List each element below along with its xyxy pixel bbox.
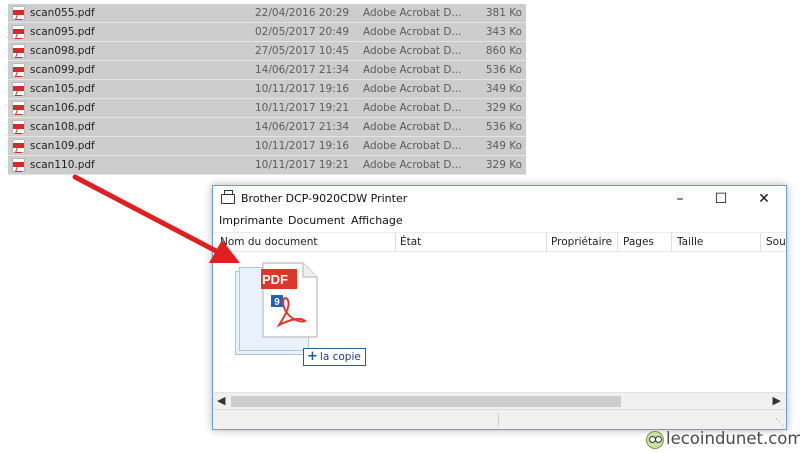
- file-list: scan055.pdf 22/04/2016 20:29 Adobe Acrobat…: [8, 4, 526, 175]
- file-row[interactable]: scan099.pdf 14/06/2017 21:34 Adobe Acrobat…: [8, 61, 526, 80]
- file-type: Adobe Acrobat D...: [363, 7, 462, 19]
- file-date: 27/05/2017 10:45: [255, 45, 350, 57]
- column-header-status[interactable]: État: [400, 236, 421, 248]
- column-divider[interactable]: [760, 233, 761, 252]
- window-title: Brother DCP-9020CDW Printer: [241, 192, 408, 205]
- column-divider[interactable]: [671, 233, 672, 252]
- title-bar[interactable]: Brother DCP-9020CDW Printer – ☐ ✕: [213, 186, 786, 213]
- watermark-text: lecoindunet.com: [666, 429, 800, 448]
- arrow-shaft: [72, 174, 221, 255]
- file-type: Adobe Acrobat D...: [363, 45, 462, 57]
- file-row[interactable]: scan105.pdf 10/11/2017 19:16 Adobe Acrobat…: [8, 80, 526, 99]
- file-row[interactable]: scan109.pdf 10/11/2017 19:16 Adobe Acrobat…: [8, 137, 526, 156]
- printer-icon: [221, 190, 235, 204]
- menu-item-view[interactable]: Affichage: [351, 214, 403, 227]
- column-divider[interactable]: [546, 233, 547, 252]
- file-name: scan099.pdf: [30, 64, 95, 76]
- file-row[interactable]: scan106.pdf 10/11/2017 19:21 Adobe Acrobat…: [8, 99, 526, 118]
- pdf-file-icon: [12, 25, 25, 39]
- horizontal-scrollbar[interactable]: ◀ ▶: [213, 392, 786, 409]
- file-name: scan106.pdf: [30, 102, 95, 114]
- file-type: Adobe Acrobat D...: [363, 159, 462, 171]
- pdf-file-icon: [12, 63, 25, 77]
- print-job-list[interactable]: PDF 9 + la copie: [213, 252, 786, 392]
- file-row[interactable]: scan098.pdf 27/05/2017 10:45 Adobe Acrobat…: [8, 42, 526, 61]
- file-size: 329 Ko: [485, 159, 522, 171]
- file-row[interactable]: scan055.pdf 22/04/2016 20:29 Adobe Acrobat…: [8, 4, 526, 23]
- file-date: 10/11/2017 19:21: [255, 102, 350, 114]
- file-name: scan109.pdf: [30, 140, 95, 152]
- file-size: 349 Ko: [485, 83, 522, 95]
- drag-preview: PDF 9 + la copie: [231, 261, 366, 366]
- pdf-file-icon: [12, 101, 25, 115]
- status-divider: [498, 413, 499, 427]
- status-bar: ⋱: [213, 409, 786, 429]
- printer-queue-window[interactable]: Brother DCP-9020CDW Printer – ☐ ✕ Imprim…: [212, 185, 787, 430]
- file-size: 381 Ko: [485, 7, 522, 19]
- file-date: 10/11/2017 19:16: [255, 83, 350, 95]
- file-row[interactable]: scan110.pdf 10/11/2017 19:21 Adobe Acrobat…: [8, 156, 526, 175]
- maximize-button[interactable]: ☐: [701, 186, 741, 213]
- pdf-file-icon: [12, 120, 25, 134]
- file-date: 22/04/2016 20:29: [255, 7, 350, 19]
- scroll-left-arrow-icon[interactable]: ◀: [217, 394, 225, 407]
- file-size: 860 Ko: [485, 45, 522, 57]
- file-type: Adobe Acrobat D...: [363, 26, 462, 38]
- file-name: scan098.pdf: [30, 45, 95, 57]
- file-row[interactable]: scan108.pdf 14/06/2017 21:34 Adobe Acrobat…: [8, 118, 526, 137]
- file-date: 10/11/2017 19:16: [255, 140, 350, 152]
- minimize-button[interactable]: –: [660, 186, 700, 213]
- file-row[interactable]: scan095.pdf 02/05/2017 20:49 Adobe Acrobat…: [8, 23, 526, 42]
- file-name: scan105.pdf: [30, 83, 95, 95]
- column-header-owner[interactable]: Propriétaire: [551, 236, 612, 248]
- file-type: Adobe Acrobat D...: [363, 102, 462, 114]
- file-type: Adobe Acrobat D...: [363, 64, 462, 76]
- scroll-right-arrow-icon[interactable]: ▶: [773, 394, 781, 407]
- watermark: lecoindunet.com: [646, 429, 800, 451]
- pdf-file-icon: [12, 6, 25, 20]
- file-type: Adobe Acrobat D...: [363, 140, 462, 152]
- file-date: 14/06/2017 21:34: [255, 121, 350, 133]
- file-type: Adobe Acrobat D...: [363, 83, 462, 95]
- column-header-pages[interactable]: Pages: [623, 236, 654, 248]
- file-size: 536 Ko: [485, 121, 522, 133]
- pdf-file-icon: [12, 44, 25, 58]
- pdf-file-icon: [12, 139, 25, 153]
- file-count: 9: [274, 297, 280, 308]
- file-size: 536 Ko: [485, 64, 522, 76]
- plus-icon: +: [307, 349, 318, 364]
- close-button[interactable]: ✕: [744, 186, 784, 213]
- scrollbar-thumb[interactable]: [231, 396, 621, 407]
- file-size: 329 Ko: [485, 102, 522, 114]
- pdf-file-icon: [12, 158, 25, 172]
- file-date: 10/11/2017 19:21: [255, 159, 350, 171]
- file-name: scan055.pdf: [30, 7, 95, 19]
- menu-item-document[interactable]: Document: [288, 214, 345, 227]
- menu-item-printer[interactable]: Imprimante: [219, 214, 283, 227]
- column-divider[interactable]: [617, 233, 618, 252]
- file-size: 343 Ko: [485, 26, 522, 38]
- file-date: 14/06/2017 21:34: [255, 64, 350, 76]
- file-name: scan110.pdf: [30, 159, 95, 171]
- file-type: Adobe Acrobat D...: [363, 121, 462, 133]
- column-divider[interactable]: [395, 233, 396, 252]
- column-header-row: Nom du document État Propriétaire Pages …: [213, 232, 786, 252]
- smiley-logo-icon: [646, 431, 664, 449]
- pdf-file-icon: [12, 82, 25, 96]
- file-name: scan108.pdf: [30, 121, 95, 133]
- menu-bar: Imprimante Document Affichage: [213, 213, 786, 232]
- pdf-document-icon: PDF 9: [261, 262, 318, 338]
- column-header-size[interactable]: Taille: [677, 236, 703, 248]
- file-date: 02/05/2017 20:49: [255, 26, 350, 38]
- drop-effect-text: la copie: [319, 351, 361, 363]
- column-header-document-name[interactable]: Nom du document: [220, 236, 317, 248]
- column-header-submitted[interactable]: Sou: [766, 236, 786, 248]
- file-name: scan095.pdf: [30, 26, 95, 38]
- pdf-badge-label: PDF: [262, 272, 288, 287]
- file-size: 349 Ko: [485, 140, 522, 152]
- resize-grip-icon[interactable]: ⋱: [775, 418, 784, 428]
- drop-effect-label: + la copie: [303, 348, 366, 366]
